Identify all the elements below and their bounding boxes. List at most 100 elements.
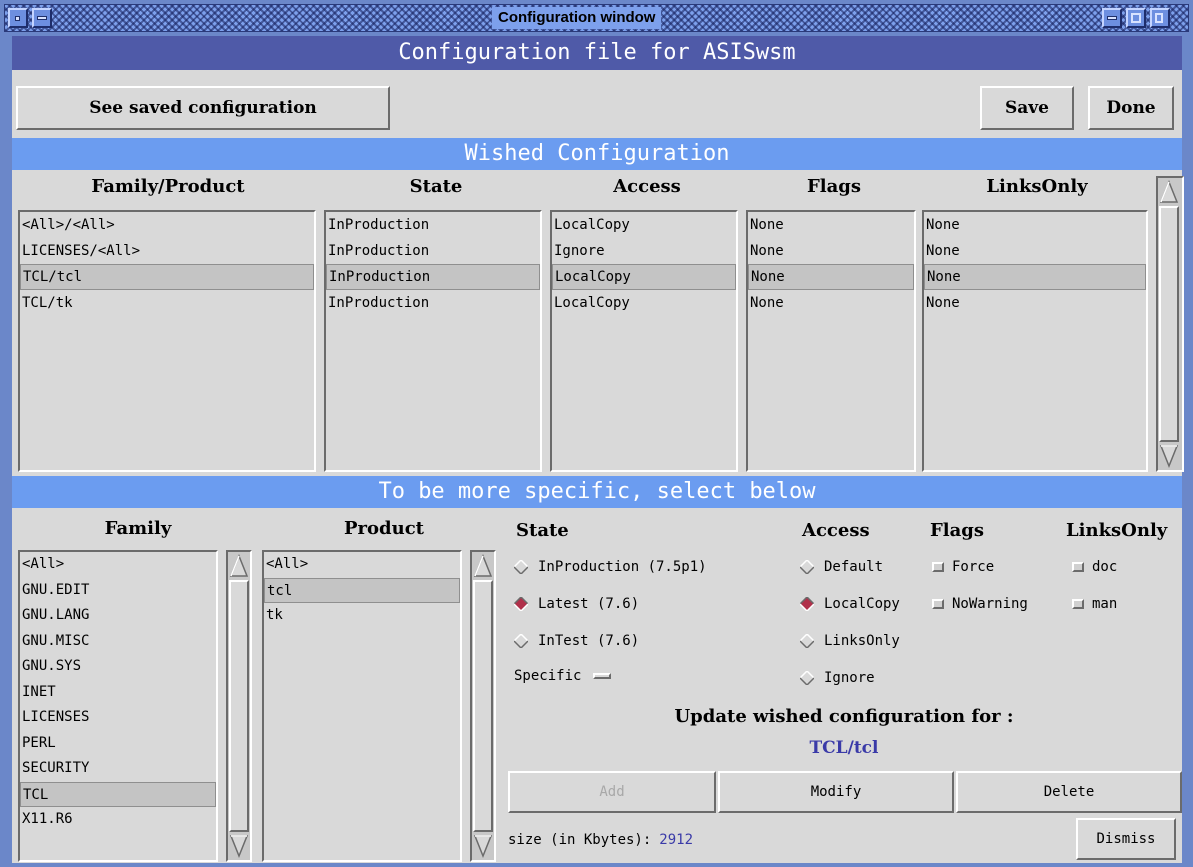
state-row[interactable]: InProduction	[326, 212, 540, 238]
linksonly-checkbox[interactable]: man	[1072, 592, 1117, 616]
state-row[interactable]: InProduction	[326, 264, 540, 290]
product-list-item[interactable]: tcl	[264, 577, 460, 603]
checkbox-icon[interactable]	[932, 562, 944, 572]
family-product-row[interactable]: LICENSES/<All>	[20, 238, 314, 264]
done-button[interactable]: Done	[1088, 86, 1174, 130]
checkbox-icon[interactable]	[932, 599, 944, 609]
product-header: Product	[344, 518, 424, 539]
flags-row[interactable]: None	[748, 212, 914, 238]
wished-list-scrollbar[interactable]	[1156, 176, 1184, 472]
scroll-thumb[interactable]	[473, 580, 493, 832]
radio-unselected-icon	[514, 560, 528, 574]
specific-menu-button[interactable]	[593, 673, 612, 679]
family-list-item[interactable]: INET	[20, 680, 216, 706]
checkbox-icon[interactable]	[1072, 562, 1084, 572]
access-list[interactable]: LocalCopy Ignore LocalCopy LocalCopy	[550, 210, 738, 472]
flags-row[interactable]: None	[748, 264, 914, 290]
linksonly-row[interactable]: None	[924, 290, 1146, 316]
scroll-up-arrow-icon[interactable]	[473, 553, 493, 579]
family-list-item[interactable]: GNU.LANG	[20, 603, 216, 629]
flags-checkbox[interactable]: NoWarning	[932, 592, 1028, 616]
checkbox-label: doc	[1092, 559, 1118, 575]
scroll-thumb[interactable]	[1159, 206, 1179, 442]
flags-row[interactable]: None	[748, 290, 914, 316]
access-row[interactable]: LocalCopy	[552, 212, 736, 238]
family-list-item[interactable]: GNU.SYS	[20, 654, 216, 680]
access-row[interactable]: LocalCopy	[552, 264, 736, 290]
scroll-down-arrow-icon[interactable]	[473, 833, 493, 859]
scroll-up-arrow-icon[interactable]	[229, 553, 249, 579]
access-row[interactable]: Ignore	[552, 238, 736, 264]
flags-checkbox[interactable]: Force	[932, 555, 994, 579]
access-radio-option[interactable]: Ignore	[800, 666, 875, 690]
state-radio-option[interactable]: Latest (7.6)	[514, 592, 639, 616]
scroll-down-arrow-icon[interactable]	[1159, 443, 1179, 469]
flags-row[interactable]: None	[748, 238, 914, 264]
flags-list[interactable]: None None None None	[746, 210, 916, 472]
save-button[interactable]: Save	[980, 86, 1074, 130]
title-bar[interactable]: Configuration window	[4, 4, 1189, 32]
flags-column-header: Flags	[807, 176, 861, 197]
state-row[interactable]: InProduction	[326, 290, 540, 316]
family-product-list[interactable]: <All>/<All> LICENSES/<All> TCL/tcl TCL/tk	[18, 210, 316, 472]
family-list-item[interactable]: PERL	[20, 731, 216, 757]
delete-button[interactable]: Delete	[956, 771, 1182, 813]
access-row[interactable]: LocalCopy	[552, 290, 736, 316]
linksonly-row[interactable]: None	[924, 238, 1146, 264]
close-button[interactable]	[1150, 8, 1170, 28]
family-product-row[interactable]: TCL/tk	[20, 290, 314, 316]
family-list-scrollbar[interactable]	[226, 550, 252, 862]
family-list-item[interactable]: <All>	[20, 552, 216, 578]
family-list-item[interactable]: SECURITY	[20, 756, 216, 782]
family-header: Family	[104, 518, 172, 539]
add-button[interactable]: Add	[508, 771, 716, 813]
modify-button[interactable]: Modify	[718, 771, 954, 813]
family-list-item[interactable]: LICENSES	[20, 705, 216, 731]
window-title: Configuration window	[492, 7, 662, 29]
dismiss-button[interactable]: Dismiss	[1076, 818, 1176, 860]
access-radio-option[interactable]: Default	[800, 555, 883, 579]
radio-label: Ignore	[824, 670, 875, 686]
access-radio-option[interactable]: LocalCopy	[800, 592, 900, 616]
linksonly-checkbox[interactable]: doc	[1072, 555, 1117, 579]
checkbox-icon[interactable]	[1072, 599, 1084, 609]
radio-label: Default	[824, 559, 884, 575]
linksonly-list[interactable]: None None None None	[922, 210, 1148, 472]
access-radio-option[interactable]: LinksOnly	[800, 629, 900, 653]
linksonly-row[interactable]: None	[924, 264, 1146, 290]
wished-configuration-banner: Wished Configuration	[12, 138, 1182, 170]
radio-unselected-icon	[800, 560, 814, 574]
checkbox-label: NoWarning	[952, 596, 1028, 612]
family-list-item[interactable]: X11.R6	[20, 807, 216, 833]
radio-unselected-icon	[514, 634, 528, 648]
linksonly-row[interactable]: None	[924, 212, 1146, 238]
scroll-down-arrow-icon[interactable]	[229, 833, 249, 859]
product-list-scrollbar[interactable]	[470, 550, 496, 862]
specific-version-selector[interactable]: Specific	[514, 664, 612, 688]
minimize-button[interactable]	[1102, 8, 1122, 28]
window-menu-button[interactable]	[8, 8, 28, 28]
scroll-up-arrow-icon[interactable]	[1159, 179, 1179, 205]
scroll-thumb[interactable]	[229, 580, 249, 832]
maximize-icon	[1131, 13, 1141, 23]
family-product-row[interactable]: <All>/<All>	[20, 212, 314, 238]
family-list-item[interactable]: TCL	[20, 781, 216, 807]
product-list-item[interactable]: tk	[264, 603, 460, 629]
state-row[interactable]: InProduction	[326, 238, 540, 264]
state-radio-option[interactable]: InProduction (7.5p1)	[514, 555, 707, 579]
size-readout: size (in Kbytes): 2912	[508, 828, 693, 852]
window-shade-button[interactable]	[32, 8, 52, 28]
family-list-item[interactable]: GNU.MISC	[20, 629, 216, 655]
family-list[interactable]: <All> GNU.EDIT GNU.LANG GNU.MISC GNU.SYS INET…	[18, 550, 218, 862]
radio-label: Latest (7.6)	[538, 596, 640, 612]
state-radio-option[interactable]: InTest (7.6)	[514, 629, 639, 653]
maximize-button[interactable]	[1126, 8, 1146, 28]
family-list-item[interactable]: GNU.EDIT	[20, 578, 216, 604]
family-product-row[interactable]: TCL/tcl	[20, 264, 314, 290]
product-list[interactable]: <All> tcl tk	[262, 550, 462, 862]
flags-options-header: Flags	[930, 520, 984, 541]
size-value: 2912	[659, 832, 694, 848]
see-saved-configuration-button[interactable]: See saved configuration	[16, 86, 390, 130]
product-list-item[interactable]: <All>	[264, 552, 460, 578]
state-list[interactable]: InProduction InProduction InProduction InPr…	[324, 210, 542, 472]
